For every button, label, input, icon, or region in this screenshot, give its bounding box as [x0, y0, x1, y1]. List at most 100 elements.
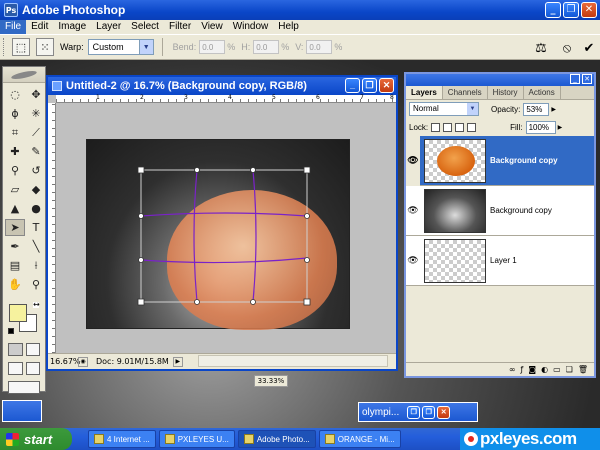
menu-view[interactable]: View: [196, 20, 228, 34]
horizontal-ruler[interactable]: 1 2 3 4 5 6 7 8: [56, 94, 396, 103]
close-button[interactable]: ✕: [581, 2, 597, 18]
marquee-tool-icon[interactable]: ◌: [5, 86, 25, 103]
taskbar-item[interactable]: 4 Internet ...: [88, 430, 156, 448]
zoom-tool-icon[interactable]: ⚲: [26, 276, 46, 293]
minimized-document-left[interactable]: [2, 400, 42, 422]
line-tool-icon[interactable]: ╲: [26, 238, 46, 255]
fill-field[interactable]: 100%: [525, 120, 556, 134]
screen-mode-standard-button[interactable]: [8, 362, 23, 375]
lock-transparency-icon[interactable]: [431, 122, 441, 132]
layer-mask-icon[interactable]: ◙: [528, 365, 536, 374]
new-group-icon[interactable]: ▭: [553, 365, 561, 374]
tab-channels[interactable]: Channels: [443, 86, 488, 99]
opacity-field[interactable]: 53%: [523, 102, 550, 116]
crop-tool-icon[interactable]: ⌗: [5, 124, 25, 141]
path-selection-tool-icon[interactable]: ➤: [5, 219, 25, 236]
warp-mesh[interactable]: [87, 140, 351, 330]
link-layers-icon[interactable]: ∞: [509, 365, 516, 374]
menu-window[interactable]: Window: [228, 20, 274, 34]
vertical-ruler[interactable]: [48, 103, 56, 353]
document-title-bar[interactable]: Untitled-2 @ 16.7% (Background copy, RGB…: [48, 77, 396, 95]
transform-tool-icon[interactable]: ⬚: [12, 38, 30, 56]
lock-pixels-icon[interactable]: [443, 122, 453, 132]
canvas-area[interactable]: [56, 103, 396, 353]
visibility-eye-icon[interactable]: 👁: [406, 135, 420, 186]
minimized-document-window[interactable]: olympi... ❐ ❐ ✕: [358, 402, 478, 422]
minimized-maximize-button[interactable]: ❐: [422, 405, 436, 419]
menu-filter[interactable]: Filter: [164, 20, 196, 34]
layer-row[interactable]: 👁 Layer 1: [406, 236, 594, 286]
quick-mask-button[interactable]: [25, 343, 40, 356]
zoom-level-field[interactable]: 16.67%: [48, 357, 81, 366]
lock-all-icon[interactable]: [467, 122, 477, 132]
reference-point-icon[interactable]: ⁙: [36, 38, 54, 56]
layer-row[interactable]: 👁 Background copy: [406, 186, 594, 236]
h-distortion-field[interactable]: 0.0: [253, 40, 280, 54]
status-info-icon[interactable]: ◉: [78, 356, 88, 367]
tab-history[interactable]: History: [488, 86, 524, 99]
dodge-tool-icon[interactable]: ●: [26, 200, 46, 217]
type-tool-icon[interactable]: T: [26, 219, 46, 236]
tab-actions[interactable]: Actions: [524, 86, 561, 99]
jump-to-imageready-button[interactable]: [8, 381, 40, 394]
restore-button[interactable]: ❐: [563, 2, 579, 18]
doc-minimize-button[interactable]: _: [345, 78, 360, 93]
foreground-color-swatch[interactable]: [9, 304, 27, 322]
lasso-tool-icon[interactable]: ɸ: [5, 105, 25, 122]
paint-bucket-tool-icon[interactable]: ◆: [26, 181, 46, 198]
minimized-close-button[interactable]: ✕: [437, 405, 451, 419]
move-tool-icon[interactable]: ✥: [26, 86, 46, 103]
minimize-button[interactable]: _: [545, 2, 561, 18]
horizontal-scrollbar[interactable]: [198, 355, 388, 367]
taskbar-item[interactable]: PXLEYES U...: [158, 430, 235, 448]
panel-close-button[interactable]: ✕: [582, 74, 592, 84]
swap-colors-icon[interactable]: ↔: [33, 301, 40, 309]
menu-help[interactable]: Help: [273, 20, 304, 34]
taskbar-item[interactable]: ORANGE - Mi...: [318, 430, 401, 448]
notes-tool-icon[interactable]: ▤: [5, 257, 25, 274]
adjustment-layer-icon[interactable]: ◐: [541, 365, 548, 374]
blur-tool-icon[interactable]: ▲: [5, 200, 25, 217]
v-distortion-field[interactable]: 0.0: [306, 40, 333, 54]
healing-brush-tool-icon[interactable]: ✚: [5, 143, 25, 160]
panel-minimize-button[interactable]: _: [570, 74, 580, 84]
brush-tool-icon[interactable]: ✎: [26, 143, 46, 160]
pen-tool-icon[interactable]: ✒: [5, 238, 25, 255]
status-menu-arrow-icon[interactable]: ▶: [172, 356, 183, 367]
lock-position-icon[interactable]: [455, 122, 465, 132]
taskbar-item[interactable]: Adobe Photo...: [237, 430, 316, 448]
visibility-eye-icon[interactable]: 👁: [406, 256, 420, 266]
doc-close-button[interactable]: ✕: [379, 78, 394, 93]
panel-header[interactable]: _ ✕: [406, 74, 594, 86]
new-layer-icon[interactable]: ❏: [566, 365, 573, 374]
canvas-image[interactable]: [86, 139, 351, 330]
magic-wand-tool-icon[interactable]: ✳: [26, 105, 46, 122]
opacity-arrow-icon[interactable]: ▶: [551, 106, 556, 113]
doc-restore-button[interactable]: ❐: [362, 78, 377, 93]
cancel-transform-icon[interactable]: ⦸: [558, 39, 576, 57]
visibility-eye-icon[interactable]: 👁: [406, 206, 420, 216]
toolbox-header[interactable]: [3, 67, 45, 83]
clone-stamp-tool-icon[interactable]: ⚲: [5, 162, 25, 179]
layer-row[interactable]: 👁 Background copy: [406, 135, 594, 186]
palette-well-icon[interactable]: ⚖: [532, 39, 550, 57]
eyedropper-tool-icon[interactable]: ⟊: [26, 257, 46, 274]
default-colors-icon[interactable]: [8, 328, 14, 334]
menu-select[interactable]: Select: [126, 20, 164, 34]
standard-mode-button[interactable]: [8, 343, 23, 356]
minimized-restore-button[interactable]: ❐: [407, 405, 421, 419]
tab-layers[interactable]: Layers: [406, 86, 443, 99]
menu-file[interactable]: File: [0, 20, 27, 34]
screen-mode-full-menu-button[interactable]: [25, 362, 40, 375]
menu-layer[interactable]: Layer: [91, 20, 126, 34]
slice-tool-icon[interactable]: ⟋: [26, 124, 46, 141]
options-bar-gripper[interactable]: [3, 38, 6, 56]
hand-tool-icon[interactable]: ✋: [5, 276, 25, 293]
bend-field[interactable]: 0.0: [199, 40, 226, 54]
delete-layer-icon[interactable]: 🗑: [578, 365, 588, 374]
menu-image[interactable]: Image: [53, 20, 91, 34]
fill-arrow-icon[interactable]: ▶: [558, 124, 563, 131]
blend-mode-select[interactable]: Normal ▼: [409, 102, 479, 116]
eraser-tool-icon[interactable]: ▱: [5, 181, 25, 198]
warp-style-select[interactable]: Custom ▼: [87, 39, 154, 55]
